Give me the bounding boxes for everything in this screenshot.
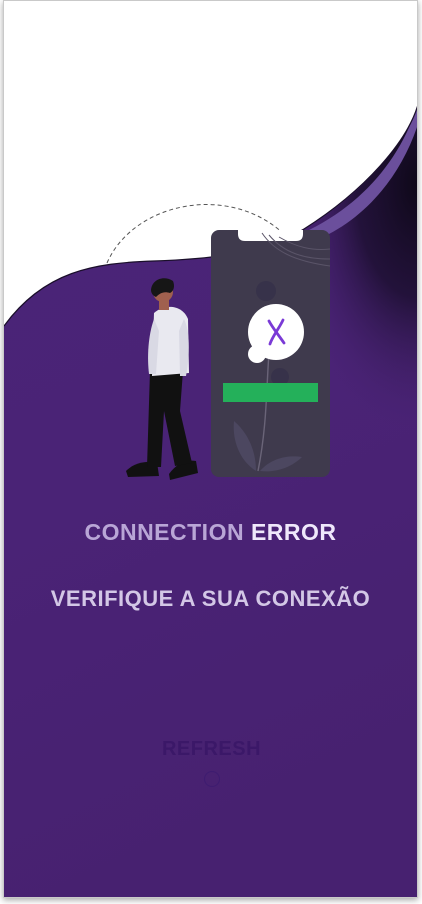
connection-check-message: VERIFIQUE A SUA CONEXÃO <box>50 586 371 611</box>
app-screen: CONNECTION ERROR VERIFIQUE A SUA CONEXÃO… <box>0 0 422 904</box>
refresh-button[interactable]: REFRESH <box>124 731 299 767</box>
loading-spinner-icon <box>204 771 220 787</box>
device-frame: CONNECTION ERROR VERIFIQUE A SUA CONEXÃO… <box>3 0 418 898</box>
phone-illustration <box>211 230 331 477</box>
error-title-word-error: ERROR <box>250 519 337 545</box>
status-bar <box>223 383 318 402</box>
error-title-word-connection: CONNECTION <box>84 519 245 545</box>
error-title: CONNECTION ERROR <box>4 519 417 546</box>
